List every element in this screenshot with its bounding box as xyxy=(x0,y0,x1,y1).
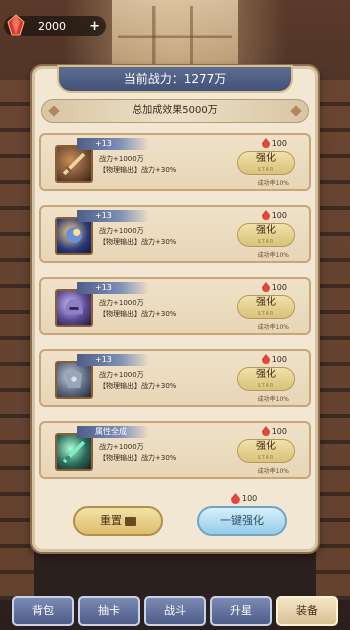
enhance-button[interactable]: 强化 STAR xyxy=(237,295,295,319)
level-tag: +13 xyxy=(77,210,149,222)
cost-value: 100 xyxy=(271,282,287,292)
currency-bar: 2000 + xyxy=(4,14,106,36)
enhance-button[interactable]: 强化 STAR xyxy=(237,223,295,247)
red-gem-icon xyxy=(7,14,25,36)
equipment-card: +13 战力+1000万 【物理输出】战力+30% 100 强化 STAR 成功… xyxy=(39,349,311,407)
power-stat: 战力+1000万 xyxy=(99,155,144,163)
success-rate: 成功率10% xyxy=(257,324,289,331)
power-stat: 战力+1000万 xyxy=(99,371,144,379)
enhance-cost: 100 xyxy=(261,138,287,148)
equipment-card: +13 战力+1000万 【物理输出】战力+30% 100 强化 STAR 成功… xyxy=(39,205,311,263)
tab-battle[interactable]: 战斗 xyxy=(144,596,206,626)
cost-value: 100 xyxy=(271,210,287,220)
helmet-icon xyxy=(55,289,93,327)
enhance-sublabel: STAR xyxy=(257,383,275,389)
tab-backpack[interactable]: 背包 xyxy=(12,596,74,626)
one-click-enhance-button[interactable]: 一键强化 xyxy=(197,506,287,536)
enhance-cost: 100 xyxy=(261,426,287,436)
reset-icon xyxy=(125,516,136,526)
enhance-label: 强化 xyxy=(256,369,276,380)
enhance-button[interactable]: 强化 STAR xyxy=(237,439,295,463)
enhance-sublabel: STAR xyxy=(257,311,275,317)
enhance-cost: 100 xyxy=(261,282,287,292)
equipment-card: 属性全成 战力+1000万 【物理输出】战力+30% 100 强化 STAR 成… xyxy=(39,421,311,479)
level-tag: +13 xyxy=(77,354,149,366)
tab-gacha[interactable]: 抽卡 xyxy=(78,596,140,626)
red-gem-icon xyxy=(261,282,270,292)
enhance-sublabel: STAR xyxy=(257,455,275,461)
success-rate: 成功率10% xyxy=(257,180,289,187)
physical-bonus-stat: 【物理输出】战力+30% xyxy=(99,166,177,174)
level-tag: 属性全成 xyxy=(77,426,149,438)
one-click-cost-value: 100 xyxy=(242,494,258,503)
power-stat: 战力+1000万 xyxy=(99,299,144,307)
success-rate: 成功率10% xyxy=(257,252,289,259)
equipment-enhance-panel: 当前战力：1277万 总加成效果5000万 +13 战力+1000万 【物理输出… xyxy=(32,65,318,552)
physical-bonus-stat: 【物理输出】战力+30% xyxy=(99,454,177,462)
enhance-label: 强化 xyxy=(256,297,276,308)
bottom-tab-bar: 背包 抽卡 战斗 升星 装备 xyxy=(0,592,350,630)
physical-bonus-stat: 【物理输出】战力+30% xyxy=(99,310,177,318)
cost-value: 100 xyxy=(271,138,287,148)
one-click-label: 一键强化 xyxy=(220,514,264,527)
red-gem-icon xyxy=(261,354,270,364)
physical-bonus-stat: 【物理输出】战力+30% xyxy=(99,382,177,390)
tab-equipment[interactable]: 装备 xyxy=(276,596,338,626)
red-gem-icon xyxy=(261,426,270,436)
success-rate: 成功率10% xyxy=(257,396,289,403)
enhance-cost: 100 xyxy=(261,210,287,220)
sword-icon xyxy=(55,145,93,183)
power-stat: 战力+1000万 xyxy=(99,443,144,451)
background-bookshelf-right xyxy=(316,80,350,600)
red-gem-icon xyxy=(231,493,240,504)
add-currency-button[interactable]: + xyxy=(89,19,100,34)
enhance-label: 强化 xyxy=(256,441,276,452)
level-tag: +13 xyxy=(77,282,149,294)
power-title: 当前战力：1277万 xyxy=(57,65,293,93)
red-gem-icon xyxy=(261,210,270,220)
enhance-label: 强化 xyxy=(256,153,276,164)
physical-bonus-stat: 【物理输出】战力+30% xyxy=(99,238,177,246)
power-stat: 战力+1000万 xyxy=(99,227,144,235)
tab-star-up[interactable]: 升星 xyxy=(210,596,272,626)
one-click-cost: 100 xyxy=(231,493,257,504)
total-bonus-banner: 总加成效果5000万 xyxy=(41,99,309,123)
enhance-label: 强化 xyxy=(256,225,276,236)
background-bookshelf-left xyxy=(0,80,34,600)
level-tag: +13 xyxy=(77,138,149,150)
background-window xyxy=(112,0,238,70)
cost-value: 100 xyxy=(271,426,287,436)
cost-value: 100 xyxy=(271,354,287,364)
success-rate: 成功率10% xyxy=(257,468,289,475)
enhance-cost: 100 xyxy=(261,354,287,364)
blade-icon xyxy=(55,433,93,471)
gauntlet-icon xyxy=(55,217,93,255)
enhance-button[interactable]: 强化 STAR xyxy=(237,151,295,175)
reset-label: 重置 xyxy=(100,514,122,527)
enhance-sublabel: STAR xyxy=(257,239,275,245)
enhance-button[interactable]: 强化 STAR xyxy=(237,367,295,391)
equipment-list: +13 战力+1000万 【物理输出】战力+30% 100 强化 STAR 成功… xyxy=(39,133,311,493)
enhance-sublabel: STAR xyxy=(257,167,275,173)
armor-icon xyxy=(55,361,93,399)
equipment-card: +13 战力+1000万 【物理输出】战力+30% 100 强化 STAR 成功… xyxy=(39,133,311,191)
equipment-card: +13 战力+1000万 【物理输出】战力+30% 100 强化 STAR 成功… xyxy=(39,277,311,335)
reset-button[interactable]: 重置 xyxy=(73,506,163,536)
red-gem-icon xyxy=(261,138,270,148)
currency-amount: 2000 xyxy=(38,19,66,33)
